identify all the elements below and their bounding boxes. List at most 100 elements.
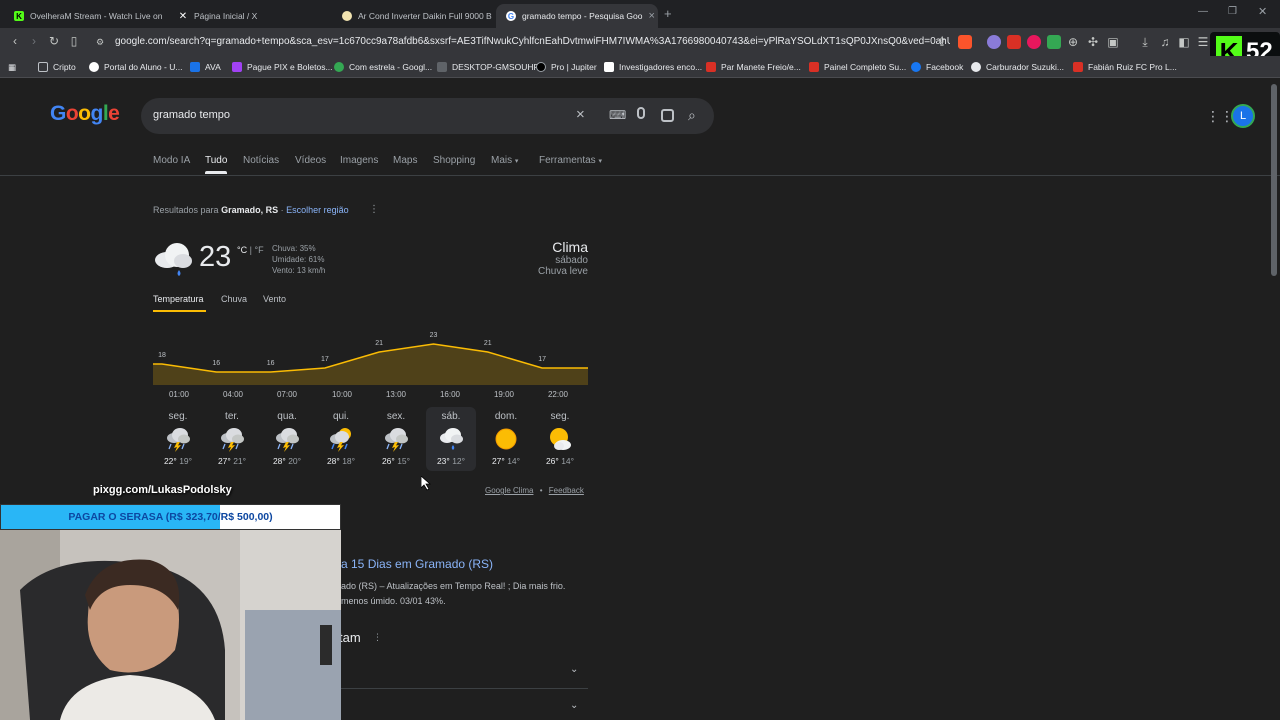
extension-icon[interactable] [987,35,1001,49]
bookmark-item[interactable]: Par Manete Freio/e... [706,60,801,74]
search-box[interactable]: gramado tempo × ⌨ ⌕ [141,98,714,134]
tab-mais[interactable]: Mais ▾ [491,155,518,166]
bookmark-item[interactable]: Fabián Ruiz FC Pro L... [1073,60,1177,74]
forecast-day[interactable]: dom. 27° 14° [481,411,531,466]
sidebar-icon[interactable]: ◧ [1177,35,1191,49]
tab-imagens[interactable]: Imagens [340,155,378,166]
close-tab-icon[interactable]: × [648,10,654,22]
tab-maps[interactable]: Maps [393,155,417,166]
tab-temperatura[interactable]: Temperatura [153,294,204,304]
tab-google-active[interactable]: G gramado tempo - Pesquisa Goo × [496,4,658,28]
tab-shopping[interactable]: Shopping [433,155,475,166]
bookmark-item[interactable]: Cripto [38,60,76,74]
storm-icon [207,425,257,453]
sun-cloud-icon [535,425,585,453]
bookmark-item[interactable]: Pague PIX e Boletos... [232,60,333,74]
wallet-icon[interactable]: ▣ [1106,35,1120,49]
choose-region-link[interactable]: Escolher região [286,205,349,215]
cloud-rain-icon [426,425,476,453]
site-icon [232,62,242,72]
unit-toggle[interactable]: °C | °F [237,245,264,255]
tab-chuva[interactable]: Chuva [221,294,247,304]
unit-fahrenheit[interactable]: °F [254,245,263,255]
search-input[interactable]: gramado tempo [153,109,230,121]
apps-icon[interactable]: ▦ [8,60,16,74]
tab-noticias[interactable]: Notícias [243,155,279,166]
temperature-value-label: 16 [266,360,275,367]
media-icon[interactable]: ♫ [1158,35,1172,49]
tab-kick[interactable]: K OvelheraM Stream - Watch Live on K [4,4,164,28]
forward-icon[interactable]: › [27,34,41,48]
menu-icon[interactable]: ☰ [1196,35,1210,49]
forecast-day[interactable]: qua. 28° 20° [262,411,312,466]
brave-shield-icon[interactable] [958,35,972,49]
forecast-day[interactable]: seg. 22° 19° [153,411,203,466]
more-options-icon[interactable]: ⋮ [373,632,382,643]
scrollbar-thumb[interactable] [1271,84,1277,276]
keyboard-icon[interactable]: ⌨ [609,108,626,122]
search-icon[interactable]: ⌕ [688,107,696,124]
extension-icon[interactable]: ⊕ [1066,35,1080,49]
share-icon[interactable]: ⇪ [935,35,949,49]
maximize-icon[interactable]: ❐ [1228,6,1237,17]
close-window-icon[interactable]: ✕ [1258,5,1267,18]
tab-modo-ia[interactable]: Modo IA [153,155,190,166]
tab-videos[interactable]: Vídeos [295,155,326,166]
tab-tudo[interactable]: Tudo [205,155,227,166]
site-settings-icon[interactable]: ⚙ [96,33,104,51]
day-high: 22° [163,456,177,466]
temperature-value-label: 17 [538,356,546,363]
reload-icon[interactable]: ↻ [47,34,61,48]
bookmark-item[interactable]: Pro | Jupiter [536,60,597,74]
day-name: sáb. [441,411,461,422]
tab-daikin[interactable]: Ar Cond Inverter Daikin Full 9000 Btu [332,4,492,28]
forecast-day[interactable]: sáb. 23° 12° [426,411,476,466]
back-icon[interactable]: ‹ [8,34,22,48]
day-low: 14° [561,456,575,466]
download-icon[interactable]: ⤓ [1138,35,1152,49]
new-tab-button[interactable]: + [664,6,672,21]
section-heading: tam [339,630,361,645]
results-for-line: Resultados para Gramado, RS · Escolher r… [153,205,349,215]
tab-vento[interactable]: Vento [263,294,286,304]
bookmark-item[interactable]: AVA [190,60,221,74]
tab-title: gramado tempo - Pesquisa Goo [522,11,643,21]
google-apps-icon[interactable]: ⋮⋮ [1206,108,1234,125]
bookmark-item[interactable]: Facebook [911,60,963,74]
unit-celsius[interactable]: °C [237,245,247,255]
bookmark-item[interactable]: Painel Completo Su... [809,60,906,74]
tab-x[interactable]: ✕ Página Inicial / X [168,4,328,28]
day-low: 12° [452,456,466,466]
google-clima-link[interactable]: Google Clima [485,486,533,495]
clear-icon[interactable]: × [576,106,585,123]
extension-icon[interactable] [1007,35,1021,49]
forecast-day[interactable]: qui. 28° 18° [316,411,366,466]
avatar[interactable]: L [1231,104,1255,128]
microphone-icon[interactable] [637,107,645,119]
chevron-down-icon[interactable]: ⌄ [570,700,578,711]
more-options-icon[interactable]: ⋮ [369,204,379,215]
bookmark-item[interactable]: Carburador Suzuki... [971,60,1064,74]
result-title[interactable]: a 15 Dias em Gramado (RS) [341,557,493,571]
bookmark-item[interactable]: DESKTOP-GMSOUHF [437,60,539,74]
tab-ferramentas[interactable]: Ferramentas ▾ [539,155,602,166]
facebook-icon [911,62,921,72]
feedback-link[interactable]: Feedback [549,486,584,495]
bookmark-icon[interactable]: ▯ [67,34,81,48]
forecast-day[interactable]: sex. 26° 15° [371,411,421,466]
extension-icon[interactable] [1047,35,1061,49]
google-logo[interactable]: Google [50,102,120,126]
puzzle-icon[interactable]: ✣ [1086,35,1100,49]
storm-icon [371,425,421,453]
chevron-down-icon[interactable]: ⌄ [570,664,578,675]
forecast-day[interactable]: ter. 27° 21° [207,411,257,466]
active-tab-indicator [205,171,227,174]
minimize-icon[interactable]: — [1198,6,1208,17]
bookmark-item[interactable]: Investigadores enco... [604,60,702,74]
forecast-day[interactable]: seg. 26° 14° [535,411,585,466]
address-bar[interactable]: ⚙ google.com/search?q=gramado+tempo&sca_… [90,33,950,51]
bookmark-item[interactable]: Portal do Aluno - U... [89,60,182,74]
extension-icon[interactable] [1027,35,1041,49]
lens-icon[interactable] [661,109,674,122]
bookmark-item[interactable]: Com estrela - Googl... [334,60,432,74]
